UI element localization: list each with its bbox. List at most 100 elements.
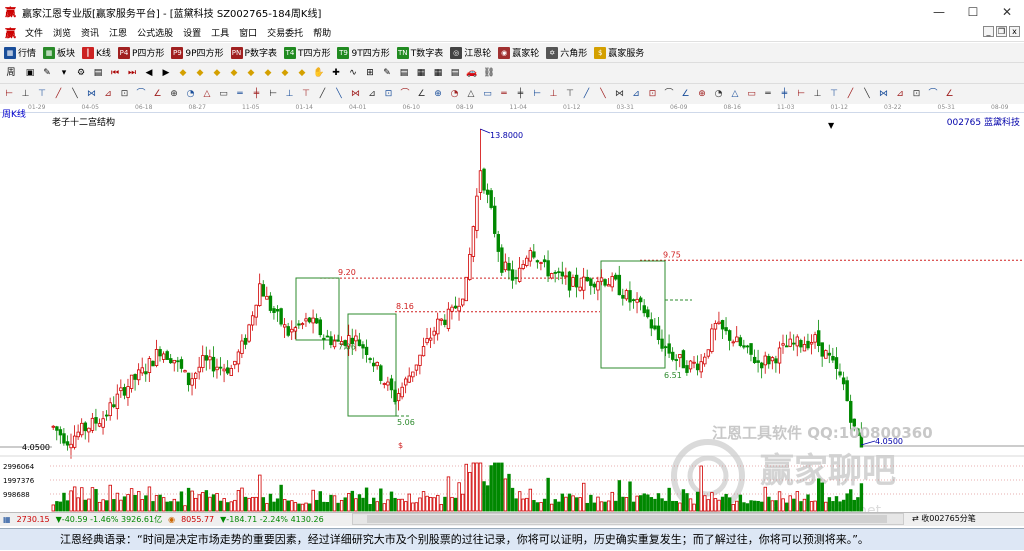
link-icon[interactable]: ⛓ [483,67,495,79]
drawing-tool-icon[interactable]: ▭ [746,88,758,100]
drawing-tool-icon[interactable]: ═ [498,88,510,100]
pin-icon[interactable]: ✎ [41,67,53,79]
menu-trade[interactable]: 交易委托 [262,26,308,39]
gear-icon[interactable]: ⚙ [75,67,87,79]
drawing-tool-icon[interactable]: ◔ [713,88,725,100]
right-icon[interactable]: ▶ [160,67,172,79]
drawing-tool-icon[interactable]: ═ [234,88,246,100]
drawing-tool-icon[interactable]: ⊥ [812,88,824,100]
tool7-icon[interactable]: ◆ [279,67,291,79]
drawing-tool-icon[interactable]: ⌒ [399,88,411,100]
toolbar-item-0[interactable]: ▦ 行情 [4,46,36,59]
menu-formula[interactable]: 公式选股 [132,26,178,39]
calc-icon[interactable]: ⊞ [364,67,376,79]
toolbar-item-10[interactable]: ◉ 赢家轮 [498,46,539,59]
drawing-tool-icon[interactable]: ═ [762,88,774,100]
drawing-tool-icon[interactable]: ⊢ [267,88,279,100]
drawing-tool-icon[interactable]: △ [465,88,477,100]
menu-settings[interactable]: 设置 [178,26,206,39]
drawing-tool-icon[interactable]: ⋈ [350,88,362,100]
drawing-tool-icon[interactable]: ⊥ [284,88,296,100]
menu-window[interactable]: 窗口 [234,26,262,39]
wave-icon[interactable]: ∿ [347,67,359,79]
drawing-tool-icon[interactable]: ╪ [779,88,791,100]
tool5-icon[interactable]: ◆ [245,67,257,79]
drawing-tool-icon[interactable]: △ [201,88,213,100]
toolbar-item-7[interactable]: T9 9T四方形 [337,46,390,59]
menu-tools[interactable]: 工具 [206,26,234,39]
close-button[interactable]: ✕ [990,0,1024,24]
menu-gann[interactable]: 江恩 [104,26,132,39]
stock-icon[interactable]: ✎ [381,67,393,79]
drawing-tool-icon[interactable]: ⊢ [531,88,543,100]
table-icon[interactable]: ▦ [432,67,444,79]
drawing-tool-icon[interactable]: ⌒ [927,88,939,100]
drawing-tool-icon[interactable]: ∠ [680,88,692,100]
drawing-tool-icon[interactable]: ⊡ [383,88,395,100]
tool2-icon[interactable]: ◆ [194,67,206,79]
car-icon[interactable]: 🚗 [466,67,478,79]
drawing-tool-icon[interactable]: ⌒ [663,88,675,100]
drawing-tool-icon[interactable]: ╪ [251,88,263,100]
drawing-tool-icon[interactable]: ◔ [449,88,461,100]
drawing-tool-icon[interactable]: ⊕ [432,88,444,100]
menu-browse[interactable]: 浏览 [48,26,76,39]
toolbar-item-5[interactable]: PN P数字表 [230,46,277,59]
drawing-tool-icon[interactable]: ⊥ [548,88,560,100]
toolbar-item-1[interactable]: ▦ 板块 [43,46,75,59]
cross-icon[interactable]: ✚ [330,67,342,79]
menu-news[interactable]: 资讯 [76,26,104,39]
book-icon[interactable]: ▤ [398,67,410,79]
toolbar-item-4[interactable]: P9 9P四方形 [171,46,224,59]
report-icon[interactable]: ▤ [449,67,461,79]
tool4-icon[interactable]: ◆ [228,67,240,79]
drawing-tool-icon[interactable]: ⊿ [894,88,906,100]
left-icon[interactable]: ◀ [143,67,155,79]
drawing-tool-icon[interactable]: ╲ [597,88,609,100]
drawing-tool-icon[interactable]: ⊢ [3,88,15,100]
drawing-tool-icon[interactable]: ⋈ [614,88,626,100]
chart-icon[interactable]: ▤ [92,67,104,79]
tool6-icon[interactable]: ◆ [262,67,274,79]
drawing-tool-icon[interactable]: ⊿ [630,88,642,100]
chart-scrollbar[interactable] [352,513,904,525]
drawing-tool-icon[interactable]: ∠ [152,88,164,100]
period-icon[interactable]: 周 [3,67,19,79]
tool3-icon[interactable]: ◆ [211,67,223,79]
toolbar-item-12[interactable]: $ 赢家服务 [594,46,644,59]
drawing-tool-icon[interactable]: ⊢ [795,88,807,100]
drawing-tool-icon[interactable]: ⌒ [135,88,147,100]
drawing-tool-icon[interactable]: ⊡ [647,88,659,100]
drawing-tool-icon[interactable]: △ [729,88,741,100]
drawing-tool-icon[interactable]: ╪ [515,88,527,100]
hand-icon[interactable]: ✋ [313,67,325,79]
maximize-button[interactable]: ☐ [956,0,990,24]
data-icon[interactable]: ▦ [415,67,427,79]
toolbar-item-3[interactable]: P4 P四方形 [117,46,164,59]
drawing-tool-icon[interactable]: ╱ [317,88,329,100]
drawing-tool-icon[interactable]: ⊿ [102,88,114,100]
last-icon[interactable]: ⏭ [126,67,138,79]
drawing-tool-icon[interactable]: ∠ [944,88,956,100]
tick-data-link[interactable]: ⇄ 收002765分笔 [912,513,976,524]
drawing-tool-icon[interactable]: ⊕ [168,88,180,100]
drawing-tool-icon[interactable]: ⋈ [878,88,890,100]
toolbar-item-11[interactable]: ✡ 六角形 [546,46,587,59]
drawing-tool-icon[interactable]: ╱ [581,88,593,100]
scrollbar-thumb[interactable] [367,515,887,523]
toolbar-item-9[interactable]: ◎ 江恩轮 [450,46,491,59]
mdi-close-button[interactable]: x [1009,26,1020,37]
drawing-tool-icon[interactable]: ⊕ [696,88,708,100]
drawing-tool-icon[interactable]: ⊡ [911,88,923,100]
drawing-tool-icon[interactable]: ╲ [861,88,873,100]
toolbar-item-6[interactable]: T4 T四方形 [283,46,330,59]
drawing-tool-icon[interactable]: ╱ [53,88,65,100]
drawing-tool-icon[interactable]: ⊿ [366,88,378,100]
menu-file[interactable]: 文件 [20,26,48,39]
menu-help[interactable]: 帮助 [308,26,336,39]
tool1-icon[interactable]: ◆ [177,67,189,79]
drawing-tool-icon[interactable]: ⊤ [564,88,576,100]
mdi-restore-button[interactable]: ❐ [996,26,1007,37]
drawing-tool-icon[interactable]: ⊤ [300,88,312,100]
drawing-tool-icon[interactable]: ▭ [482,88,494,100]
